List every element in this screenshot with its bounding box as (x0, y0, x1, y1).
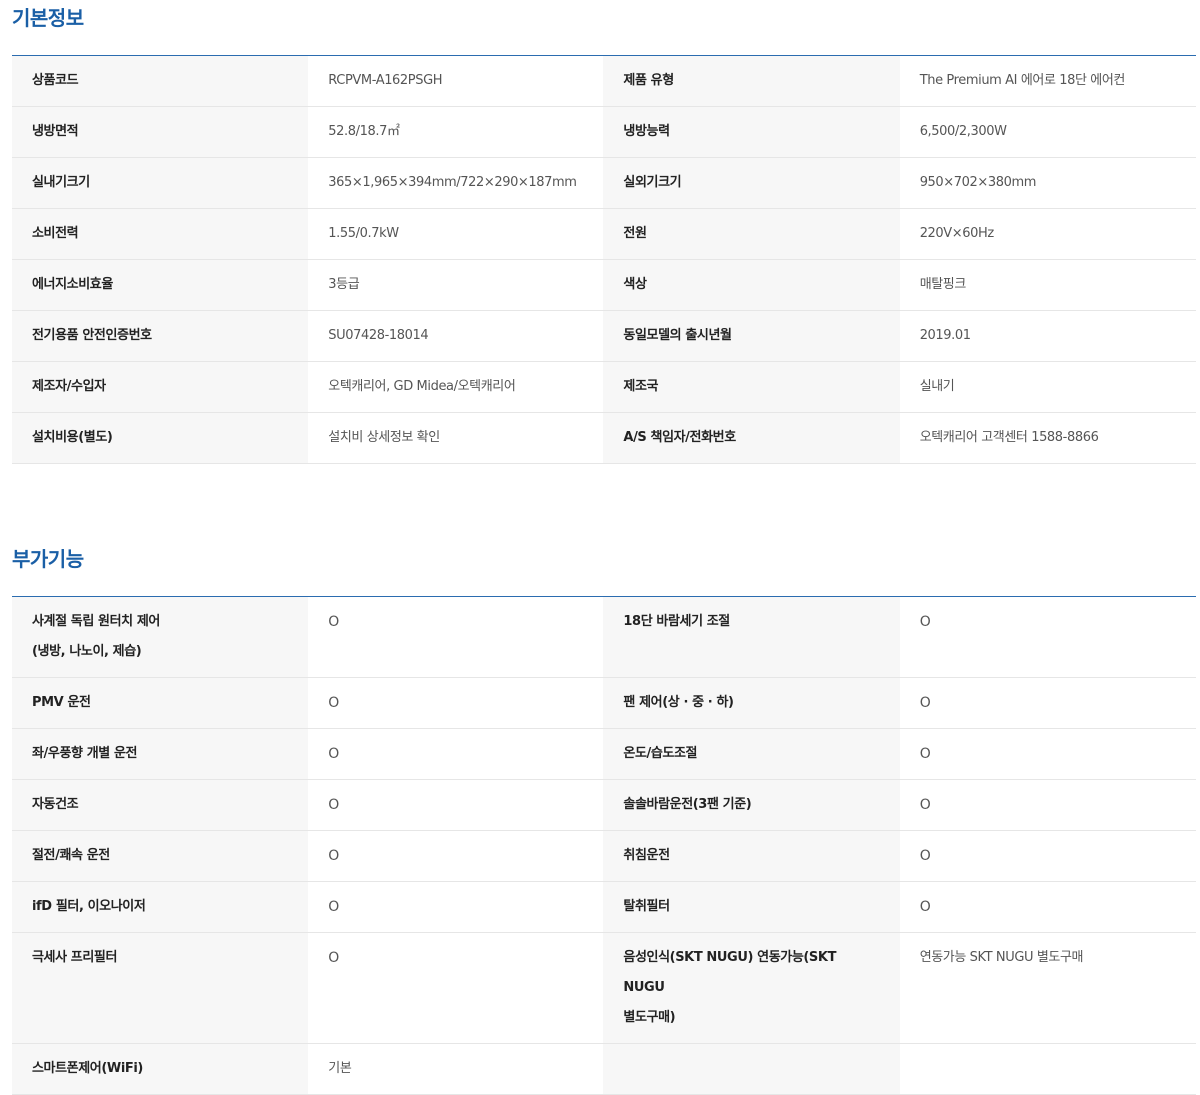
spec-value: 3등급 (308, 259, 604, 311)
spec-label: 제조자/수입자 (12, 361, 309, 413)
spec-value: 설치비 상세정보 확인 (308, 412, 604, 464)
table-row: ifD 필터, 이오나이저 O 탈취필터 O (12, 881, 1196, 933)
feature-label: 음성인식(SKT NUGU) 연동가능(SKT NUGU 별도구매) (603, 932, 900, 1044)
table-row: 스마트폰제어(WiFi) 기본 (12, 1043, 1196, 1095)
spec-value: 오텍캐리어, GD Midea/오텍캐리어 (308, 361, 604, 413)
feature-label: 팬 제어(상 · 중 · 하) (603, 677, 900, 729)
table-row: 사계절 독립 원터치 제어 (냉방, 나노이, 제습) O 18단 바람세기 조… (12, 596, 1196, 678)
feature-label-line: 사계절 독립 원터치 제어 (32, 614, 160, 629)
table-row: 좌/우풍향 개별 운전 O 온도/습도조절 O (12, 728, 1196, 780)
feature-value: O (308, 881, 604, 933)
table-row: PMV 운전 O 팬 제어(상 · 중 · 하) O (12, 677, 1196, 729)
spec-value: SU07428-18014 (308, 310, 604, 362)
basic-info-table: 상품코드 RCPVM-A162PSGH 제품 유형 The Premium AI… (12, 55, 1196, 464)
feature-value: O (308, 596, 604, 678)
feature-label-line: 음성인식(SKT NUGU) 연동가능(SKT NUGU (623, 950, 837, 995)
section-title-extra: 부가기능 (12, 547, 84, 571)
table-row: 소비전력 1.55/0.7kW 전원 220V×60Hz (12, 208, 1196, 260)
feature-value: O (308, 677, 604, 729)
spec-label: 전원 (603, 208, 900, 260)
feature-value: O (308, 932, 604, 1044)
spec-label: 상품코드 (12, 55, 309, 107)
feature-label: 탈취필터 (603, 881, 900, 933)
table-row: 제조자/수입자 오텍캐리어, GD Midea/오텍캐리어 제조국 실내기 (12, 361, 1196, 413)
spec-label: 제조국 (603, 361, 900, 413)
spec-value: 2019.01 (899, 310, 1196, 362)
feature-label: 사계절 독립 원터치 제어 (냉방, 나노이, 제습) (12, 596, 309, 678)
table-row: 전기용품 안전인증번호 SU07428-18014 동일모델의 출시년월 201… (12, 310, 1196, 362)
spec-label: 냉방면적 (12, 106, 309, 158)
spec-value: RCPVM-A162PSGH (308, 55, 604, 107)
spec-value: 실내기 (899, 361, 1196, 413)
spec-label: 냉방능력 (603, 106, 900, 158)
table-row: 에너지소비효율 3등급 색상 매탈핑크 (12, 259, 1196, 311)
spec-label: 실외기크기 (603, 157, 900, 209)
feature-value: O (899, 677, 1196, 729)
spec-value: 220V×60Hz (899, 208, 1196, 260)
table-row: 절전/쾌속 운전 O 취침운전 O (12, 830, 1196, 882)
spec-label: 설치비용(별도) (12, 412, 309, 464)
feature-label: 좌/우풍향 개별 운전 (12, 728, 309, 780)
feature-label-line: 별도구매) (623, 1010, 676, 1025)
spec-value: 매탈핑크 (899, 259, 1196, 311)
feature-label-line: (냉방, 나노이, 제습) (32, 644, 142, 659)
spec-label: 실내기크기 (12, 157, 309, 209)
feature-label: 솔솔바람운전(3팬 기준) (603, 779, 900, 831)
feature-value: O (899, 596, 1196, 678)
feature-value: O (308, 728, 604, 780)
spec-label: 동일모델의 출시년월 (603, 310, 900, 362)
spec-label: A/S 책임자/전화번호 (603, 412, 900, 464)
spec-label: 소비전력 (12, 208, 309, 260)
feature-label: 18단 바람세기 조절 (603, 596, 900, 678)
spec-value: 1.55/0.7kW (308, 208, 604, 260)
feature-value: O (899, 779, 1196, 831)
feature-value-empty (899, 1043, 1196, 1095)
table-row: 자동건조 O 솔솔바람운전(3팬 기준) O (12, 779, 1196, 831)
spec-label: 전기용품 안전인증번호 (12, 310, 309, 362)
table-row: 설치비용(별도) 설치비 상세정보 확인 A/S 책임자/전화번호 오텍캐리어 … (12, 412, 1196, 464)
feature-label: 스마트폰제어(WiFi) (12, 1043, 309, 1095)
feature-value: 기본 (308, 1043, 604, 1095)
section-title-basic: 기본정보 (12, 6, 84, 30)
spec-label: 제품 유형 (603, 55, 900, 107)
extra-features-table: 사계절 독립 원터치 제어 (냉방, 나노이, 제습) O 18단 바람세기 조… (12, 596, 1196, 1095)
feature-label: 자동건조 (12, 779, 309, 831)
spec-value: 6,500/2,300W (899, 106, 1196, 158)
feature-value: O (308, 779, 604, 831)
spec-value: 오텍캐리어 고객센터 1588-8866 (899, 412, 1196, 464)
spec-value: 950×702×380mm (899, 157, 1196, 209)
feature-label: 취침운전 (603, 830, 900, 882)
feature-value: 연동가능 SKT NUGU 별도구매 (899, 932, 1196, 1044)
feature-label: 절전/쾌속 운전 (12, 830, 309, 882)
feature-value: O (308, 830, 604, 882)
feature-label: 극세사 프리필터 (12, 932, 309, 1044)
table-row: 상품코드 RCPVM-A162PSGH 제품 유형 The Premium AI… (12, 55, 1196, 107)
spec-label: 색상 (603, 259, 900, 311)
spec-label: 에너지소비효율 (12, 259, 309, 311)
spec-value: 52.8/18.7㎡ (308, 106, 604, 158)
table-row: 냉방면적 52.8/18.7㎡ 냉방능력 6,500/2,300W (12, 106, 1196, 158)
spec-value: 365×1,965×394mm/722×290×187mm (308, 157, 604, 209)
table-row: 실내기크기 365×1,965×394mm/722×290×187mm 실외기크… (12, 157, 1196, 209)
feature-value: O (899, 830, 1196, 882)
table-row: 극세사 프리필터 O 음성인식(SKT NUGU) 연동가능(SKT NUGU … (12, 932, 1196, 1044)
feature-value: O (899, 728, 1196, 780)
feature-label-empty (603, 1043, 900, 1095)
feature-label: ifD 필터, 이오나이저 (12, 881, 309, 933)
feature-label: PMV 운전 (12, 677, 309, 729)
feature-value: O (899, 881, 1196, 933)
feature-label: 온도/습도조절 (603, 728, 900, 780)
spec-value: The Premium AI 에어로 18단 에어컨 (899, 55, 1196, 107)
